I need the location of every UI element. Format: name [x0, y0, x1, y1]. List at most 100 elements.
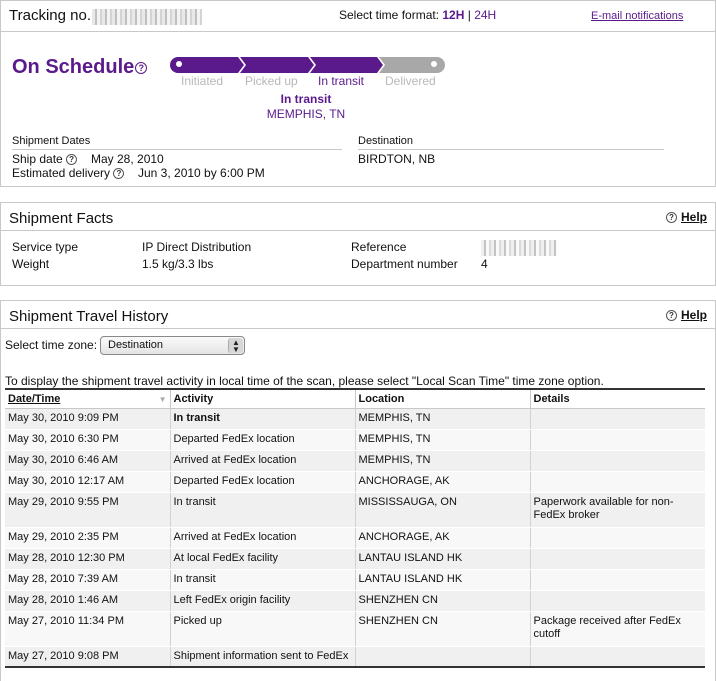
- column-header-details: Details: [530, 389, 705, 409]
- cell-details: [530, 590, 705, 612]
- cell-datetime: May 30, 2010 12:17 AM: [5, 471, 171, 493]
- help-link-text: Help: [680, 308, 707, 322]
- cell-activity: Arrived at FedEx location: [170, 527, 356, 549]
- current-location: MEMPHIS, TN: [266, 107, 346, 121]
- ship-date-label-text: Ship date: [12, 152, 63, 166]
- reference-label: Reference: [351, 240, 407, 254]
- help-question-icon[interactable]: ?: [113, 168, 125, 180]
- progress-segment-in-transit: [310, 57, 383, 73]
- cell-details: Paperwork available for non-FedEx broker: [530, 492, 705, 528]
- table-row: May 29, 2010 9:55 PM In transit MISSISSAUG…: [5, 492, 705, 528]
- cell-details: [530, 408, 705, 430]
- time-format-label: Select time format:: [339, 8, 440, 22]
- estimated-delivery-value: Jun 3, 2010 by 6:00 PM: [138, 166, 265, 180]
- shipment-facts-header: Shipment Facts ? Help: [1, 203, 715, 231]
- help-question-icon: ?: [665, 212, 677, 224]
- tracking-number-label: Tracking no.: [9, 7, 91, 24]
- cell-location: ANCHORAGE, AK: [355, 527, 531, 549]
- time-format-24h-link[interactable]: 24H: [474, 8, 496, 22]
- travel-history-panel: Shipment Travel History ? Help Select tim…: [0, 300, 716, 681]
- cell-details: [530, 471, 705, 493]
- department-number-value: 4: [481, 257, 488, 271]
- service-type-value: IP Direct Distribution: [142, 240, 252, 254]
- cell-location: LANTAU ISLAND HK: [355, 548, 531, 570]
- travel-history-title: Shipment Travel History: [9, 308, 169, 325]
- estimated-delivery-label: Estimated delivery ?: [12, 166, 125, 180]
- cell-details: [530, 527, 705, 549]
- column-header-datetime[interactable]: Date/Time ▼: [5, 389, 171, 409]
- step-label-initiated: Initiated: [181, 74, 224, 88]
- time-format-selector: Select time format: 12H | 24H: [339, 8, 496, 22]
- table-row: May 30, 2010 6:46 AM Arrived at FedEx loc…: [5, 450, 705, 472]
- travel-history-header: Shipment Travel History ? Help: [1, 301, 715, 329]
- table-row: May 28, 2010 1:46 AM Left FedEx origin fa…: [5, 590, 705, 612]
- table-row: May 30, 2010 12:17 AM Departed FedEx loca…: [5, 471, 705, 493]
- cell-details: [530, 429, 705, 451]
- cell-datetime: May 27, 2010 9:08 PM: [5, 646, 171, 668]
- cell-location: MISSISSAUGA, ON: [355, 492, 531, 528]
- tracking-header-bar: Tracking no. Select time format: 12H | 2…: [1, 1, 715, 32]
- weight-value: 1.5 kg/3.3 lbs: [142, 257, 214, 271]
- cell-activity: Picked up: [170, 611, 356, 647]
- cell-details: [530, 569, 705, 591]
- column-header-location: Location: [355, 389, 531, 409]
- cell-location: [355, 646, 531, 668]
- cell-details: [530, 450, 705, 472]
- cell-details: [530, 646, 705, 668]
- destination-heading: Destination: [358, 135, 664, 150]
- progress-step-labels: Initiated Picked up In transit Delivered: [170, 74, 450, 88]
- progress-start-dot: [176, 61, 182, 67]
- cell-location: SHENZHEN CN: [355, 590, 531, 612]
- help-question-icon: ?: [665, 310, 677, 322]
- cell-location: MEMPHIS, TN: [355, 408, 531, 430]
- travel-history-rows: May 30, 2010 9:09 PM In transit MEMPHIS, T…: [5, 408, 705, 668]
- cell-location: LANTAU ISLAND HK: [355, 569, 531, 591]
- cell-activity: Left FedEx origin facility: [170, 590, 356, 612]
- tracking-summary-panel: Tracking no. Select time format: 12H | 2…: [0, 0, 716, 187]
- table-row: May 30, 2010 6:30 PM Departed FedEx locat…: [5, 429, 705, 451]
- cell-details: [530, 548, 705, 570]
- progress-end-dot: [431, 61, 437, 67]
- help-question-icon[interactable]: ?: [66, 154, 78, 166]
- weight-label: Weight: [12, 257, 50, 271]
- email-notifications-link[interactable]: E-mail notifications: [591, 10, 683, 22]
- current-status: In transit: [280, 92, 332, 106]
- table-row: May 28, 2010 12:30 PM At local FedEx faci…: [5, 548, 705, 570]
- department-number-label: Department number: [351, 257, 458, 271]
- shipment-status-title: On Schedule?: [12, 56, 148, 79]
- column-header-datetime-text: Date/Time: [8, 392, 61, 405]
- time-format-12h-link[interactable]: 12H: [442, 8, 464, 22]
- time-zone-label: Select time zone:: [5, 338, 98, 352]
- step-label-delivered: Delivered: [385, 74, 436, 88]
- status-title-text: On Schedule: [12, 56, 135, 78]
- cell-datetime: May 30, 2010 9:09 PM: [5, 408, 171, 430]
- table-header-row: Date/Time ▼ Activity Location Details: [5, 389, 705, 409]
- cell-activity: In transit: [170, 492, 356, 528]
- cell-location: ANCHORAGE, AK: [355, 471, 531, 493]
- time-zone-selected-value: Destination: [108, 339, 164, 351]
- cell-activity: Shipment information sent to FedEx: [170, 646, 356, 668]
- step-label-in-transit: In transit: [318, 74, 365, 88]
- shipment-facts-panel: Shipment Facts ? Help Service type IP Dir…: [0, 202, 716, 286]
- cell-datetime: May 29, 2010 2:35 PM: [5, 527, 171, 549]
- shipment-dates-heading: Shipment Dates: [12, 135, 342, 150]
- shipment-facts-help-link[interactable]: ? Help: [665, 210, 707, 224]
- cell-datetime: May 29, 2010 9:55 PM: [5, 492, 171, 528]
- local-time-notice: To display the shipment travel activity …: [5, 374, 604, 388]
- reference-value-redacted: [481, 240, 557, 256]
- table-row: May 28, 2010 7:39 AM In transit LANTAU ISL…: [5, 569, 705, 591]
- cell-activity: At local FedEx facility: [170, 548, 356, 570]
- cell-activity: Departed FedEx location: [170, 471, 356, 493]
- cell-activity: In transit: [170, 408, 356, 430]
- travel-history-help-link[interactable]: ? Help: [665, 308, 707, 322]
- cell-datetime: May 28, 2010 1:46 AM: [5, 590, 171, 612]
- table-row: May 30, 2010 9:09 PM In transit MEMPHIS, T…: [5, 408, 705, 430]
- estimated-delivery-label-text: Estimated delivery: [12, 166, 111, 180]
- time-zone-select[interactable]: Destination ▲ ▼: [100, 336, 245, 355]
- shipment-progress-bar: [170, 57, 445, 73]
- travel-history-table: Date/Time ▼ Activity Location Details May…: [5, 388, 705, 668]
- progress-bar-graphic: [170, 57, 445, 73]
- time-format-separator: |: [467, 8, 471, 22]
- ship-date-value: May 28, 2010: [91, 152, 164, 166]
- help-question-icon[interactable]: ?: [135, 61, 148, 74]
